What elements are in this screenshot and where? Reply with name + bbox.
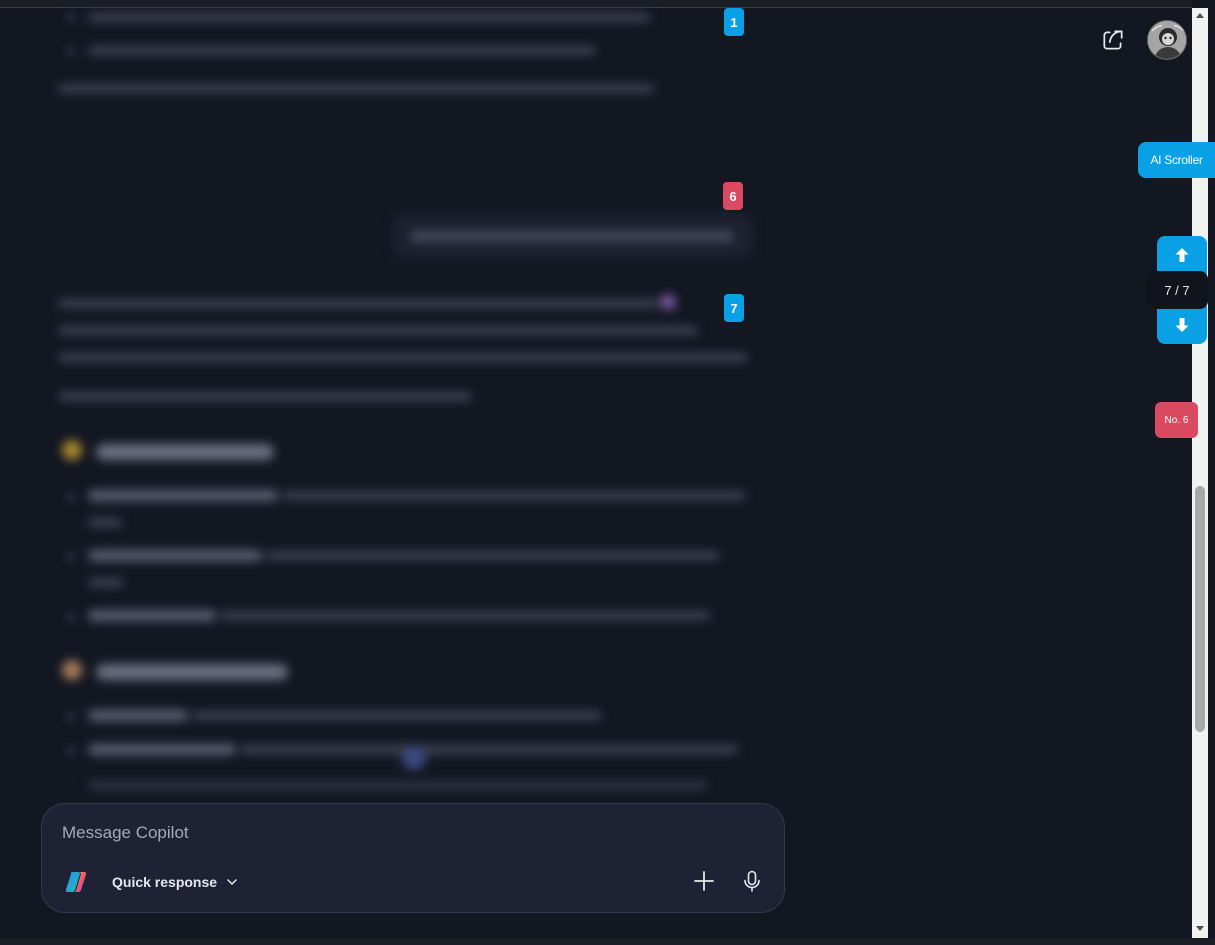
- scrollbar-thumb[interactable]: [1195, 486, 1205, 732]
- share-icon[interactable]: [1100, 27, 1126, 53]
- bottom-border: [0, 938, 1215, 945]
- copilot-logo-icon[interactable]: [64, 870, 88, 894]
- message-marker-7[interactable]: 7: [724, 294, 744, 322]
- message-input[interactable]: [62, 818, 762, 848]
- microphone-icon[interactable]: [740, 868, 764, 894]
- plus-icon[interactable]: [692, 868, 716, 894]
- scroll-prev-button[interactable]: [1157, 236, 1207, 274]
- app-root: 1 6 7 AI Scroller 7 / 7 No. 6 Message Co…: [0, 0, 1215, 945]
- message-composer: Quick response: [41, 803, 785, 913]
- message-marker-1[interactable]: 1: [724, 8, 744, 36]
- arrow-down-icon: [1175, 318, 1189, 332]
- scroll-down-arrow-icon[interactable]: [1194, 924, 1206, 934]
- message-marker-6[interactable]: 6: [723, 182, 743, 210]
- message-counter: 7 / 7: [1146, 271, 1208, 309]
- ai-scroller-button[interactable]: AI Scroller: [1138, 142, 1215, 178]
- response-mode-label: Quick response: [112, 874, 218, 890]
- arrow-up-icon: [1175, 248, 1189, 262]
- response-mode-dropdown[interactable]: Quick response: [112, 870, 239, 894]
- scroll-up-arrow-icon[interactable]: [1194, 10, 1206, 20]
- avatar[interactable]: [1147, 20, 1187, 60]
- jump-to-message-6-button[interactable]: No. 6: [1155, 402, 1198, 438]
- scroll-next-button[interactable]: [1157, 306, 1207, 344]
- chevron-down-icon: [227, 879, 237, 886]
